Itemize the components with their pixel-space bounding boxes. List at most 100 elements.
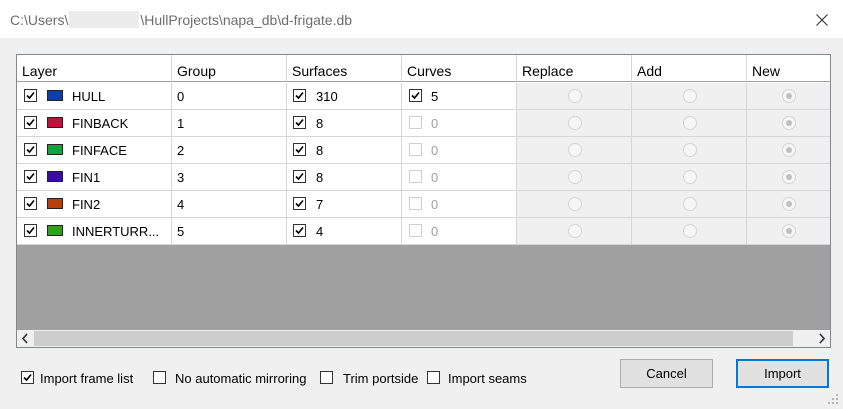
layer-color-swatch <box>47 90 63 101</box>
surfaces-checkbox[interactable] <box>293 170 306 183</box>
column-header-layer[interactable]: Layer <box>17 55 172 82</box>
add-radio <box>683 116 697 130</box>
surfaces-cell[interactable]: 7 <box>287 191 402 218</box>
scrollbar-thumb[interactable] <box>34 331 793 346</box>
new-radio <box>782 143 796 157</box>
add-radio <box>683 143 697 157</box>
curves-count: 0 <box>431 116 439 131</box>
layer-name: FIN1 <box>72 170 101 185</box>
surfaces-count: 310 <box>316 89 338 104</box>
surfaces-cell[interactable]: 310 <box>287 83 402 110</box>
group-cell[interactable]: 0 <box>172 83 287 110</box>
import-seams-checkbox[interactable] <box>427 371 440 384</box>
layer-visible-checkbox[interactable] <box>24 197 37 210</box>
layer-visible-checkbox[interactable] <box>24 170 37 183</box>
layer-cell[interactable]: FINBACK <box>17 110 172 137</box>
import-seams-label: Import seams <box>448 371 527 386</box>
trim-portside-label: Trim portside <box>343 371 419 386</box>
column-header-add[interactable]: Add <box>632 55 747 82</box>
layer-visible-checkbox[interactable] <box>24 143 37 156</box>
surfaces-cell[interactable]: 4 <box>287 218 402 245</box>
layer-visible-checkbox[interactable] <box>24 89 37 102</box>
layer-cell[interactable]: FIN2 <box>17 191 172 218</box>
checkmark-icon <box>295 172 304 181</box>
column-header-new[interactable]: New <box>747 55 830 82</box>
add-radio <box>683 197 697 211</box>
table-row[interactable]: FIN1 3 8 0 <box>17 164 830 191</box>
checkmark-icon <box>295 199 304 208</box>
surfaces-checkbox[interactable] <box>293 224 306 237</box>
group-cell[interactable]: 1 <box>172 110 287 137</box>
layer-cell[interactable]: FINFACE <box>17 137 172 164</box>
curves-cell[interactable]: 5 <box>402 83 517 110</box>
surfaces-count: 7 <box>316 197 324 212</box>
curves-count: 0 <box>431 170 439 185</box>
surfaces-cell[interactable]: 8 <box>287 110 402 137</box>
checkmark-icon <box>295 226 304 235</box>
column-header-curves[interactable]: Curves <box>402 55 517 82</box>
layer-visible-checkbox[interactable] <box>24 224 37 237</box>
new-cell <box>747 164 830 191</box>
group-value: 4 <box>177 197 185 212</box>
add-radio <box>683 89 697 103</box>
surfaces-count: 8 <box>316 116 324 131</box>
surfaces-count: 4 <box>316 224 324 239</box>
radio-selected-dot <box>786 93 792 99</box>
checkmark-icon <box>295 91 304 100</box>
add-cell <box>632 137 747 164</box>
resize-grip-icon[interactable] <box>826 392 840 406</box>
checkmark-icon <box>26 199 35 208</box>
add-radio <box>683 224 697 238</box>
group-cell[interactable]: 5 <box>172 218 287 245</box>
replace-cell <box>517 164 632 191</box>
scroll-right-button[interactable] <box>813 330 830 347</box>
new-cell <box>747 83 830 110</box>
import-button[interactable]: Import <box>736 359 829 388</box>
import-frame-list-checkbox[interactable] <box>21 371 34 384</box>
surfaces-checkbox[interactable] <box>293 197 306 210</box>
column-header-replace[interactable]: Replace <box>517 55 632 82</box>
group-cell[interactable]: 3 <box>172 164 287 191</box>
curves-cell: 0 <box>402 218 517 245</box>
title-path-suffix: \HullProjects\napa_db\d-frigate.db <box>140 12 353 28</box>
horizontal-scrollbar[interactable] <box>17 330 830 347</box>
layer-cell[interactable]: INNERTURR... <box>17 218 172 245</box>
table-row[interactable]: INNERTURR... 5 4 0 <box>17 218 830 245</box>
column-header-surfaces[interactable]: Surfaces <box>287 55 402 82</box>
new-radio <box>782 170 796 184</box>
column-header-group[interactable]: Group <box>172 55 287 82</box>
layer-color-swatch <box>47 198 63 209</box>
table-row[interactable]: HULL 0 310 5 <box>17 83 830 110</box>
layer-visible-checkbox[interactable] <box>24 116 37 129</box>
title-bar: C:\Users\ \HullProjects\napa_db\d-frigate… <box>0 0 843 39</box>
table-row[interactable]: FIN2 4 7 0 <box>17 191 830 218</box>
layer-cell[interactable]: HULL <box>17 83 172 110</box>
layer-color-swatch <box>47 144 63 155</box>
trim-portside-checkbox[interactable] <box>320 371 333 384</box>
surfaces-checkbox[interactable] <box>293 143 306 156</box>
layer-grid[interactable]: Layer Group Surfaces Curves Replace Add … <box>16 54 831 348</box>
surfaces-cell[interactable]: 8 <box>287 164 402 191</box>
group-cell[interactable]: 2 <box>172 137 287 164</box>
chevron-left-icon <box>21 333 28 344</box>
group-cell[interactable]: 4 <box>172 191 287 218</box>
surfaces-cell[interactable]: 8 <box>287 137 402 164</box>
table-row[interactable]: FINFACE 2 8 0 <box>17 137 830 164</box>
layer-cell[interactable]: FIN1 <box>17 164 172 191</box>
curves-checkbox[interactable] <box>409 89 422 102</box>
window-title: C:\Users\ \HullProjects\napa_db\d-frigate… <box>10 11 352 28</box>
group-value: 3 <box>177 170 185 185</box>
surfaces-checkbox[interactable] <box>293 116 306 129</box>
checkmark-icon <box>26 145 35 154</box>
layer-name: HULL <box>72 89 106 104</box>
table-row[interactable]: FINBACK 1 8 0 <box>17 110 830 137</box>
replace-radio <box>568 224 582 238</box>
no-automatic-mirroring-checkbox[interactable] <box>153 371 166 384</box>
new-cell <box>747 191 830 218</box>
checkmark-icon <box>23 373 32 382</box>
surfaces-checkbox[interactable] <box>293 89 306 102</box>
close-button[interactable] <box>806 6 838 34</box>
cancel-button[interactable]: Cancel <box>620 359 713 388</box>
scroll-left-button[interactable] <box>17 330 34 347</box>
add-radio <box>683 170 697 184</box>
